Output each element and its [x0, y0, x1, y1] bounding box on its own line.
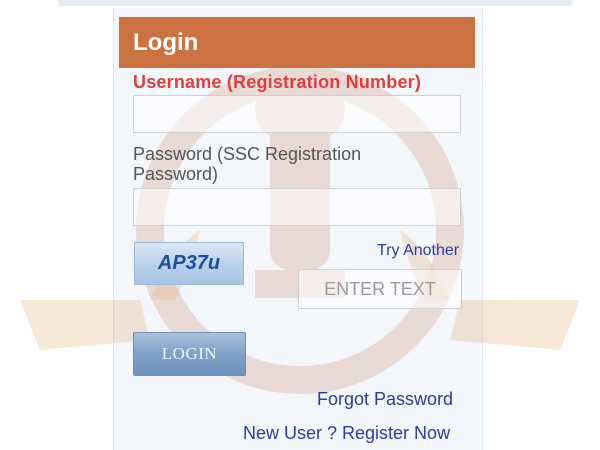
top-band	[58, 0, 572, 6]
captcha-image: AP37u	[134, 242, 244, 285]
login-page: Login Username (Registration Number) Pas…	[0, 0, 600, 450]
password-input[interactable]	[133, 188, 461, 226]
login-header: Login	[119, 17, 475, 68]
try-another-link[interactable]: Try Another	[377, 242, 459, 260]
username-label: Username (Registration Number)	[133, 72, 422, 92]
captcha-input[interactable]	[298, 269, 462, 309]
register-link[interactable]: New User ? Register Now	[243, 423, 450, 444]
forgot-password-link[interactable]: Forgot Password	[317, 389, 453, 410]
login-button[interactable]: LOGIN	[133, 332, 246, 376]
password-label: Password (SSC Registration Password)	[133, 144, 362, 184]
username-input[interactable]	[133, 95, 461, 133]
